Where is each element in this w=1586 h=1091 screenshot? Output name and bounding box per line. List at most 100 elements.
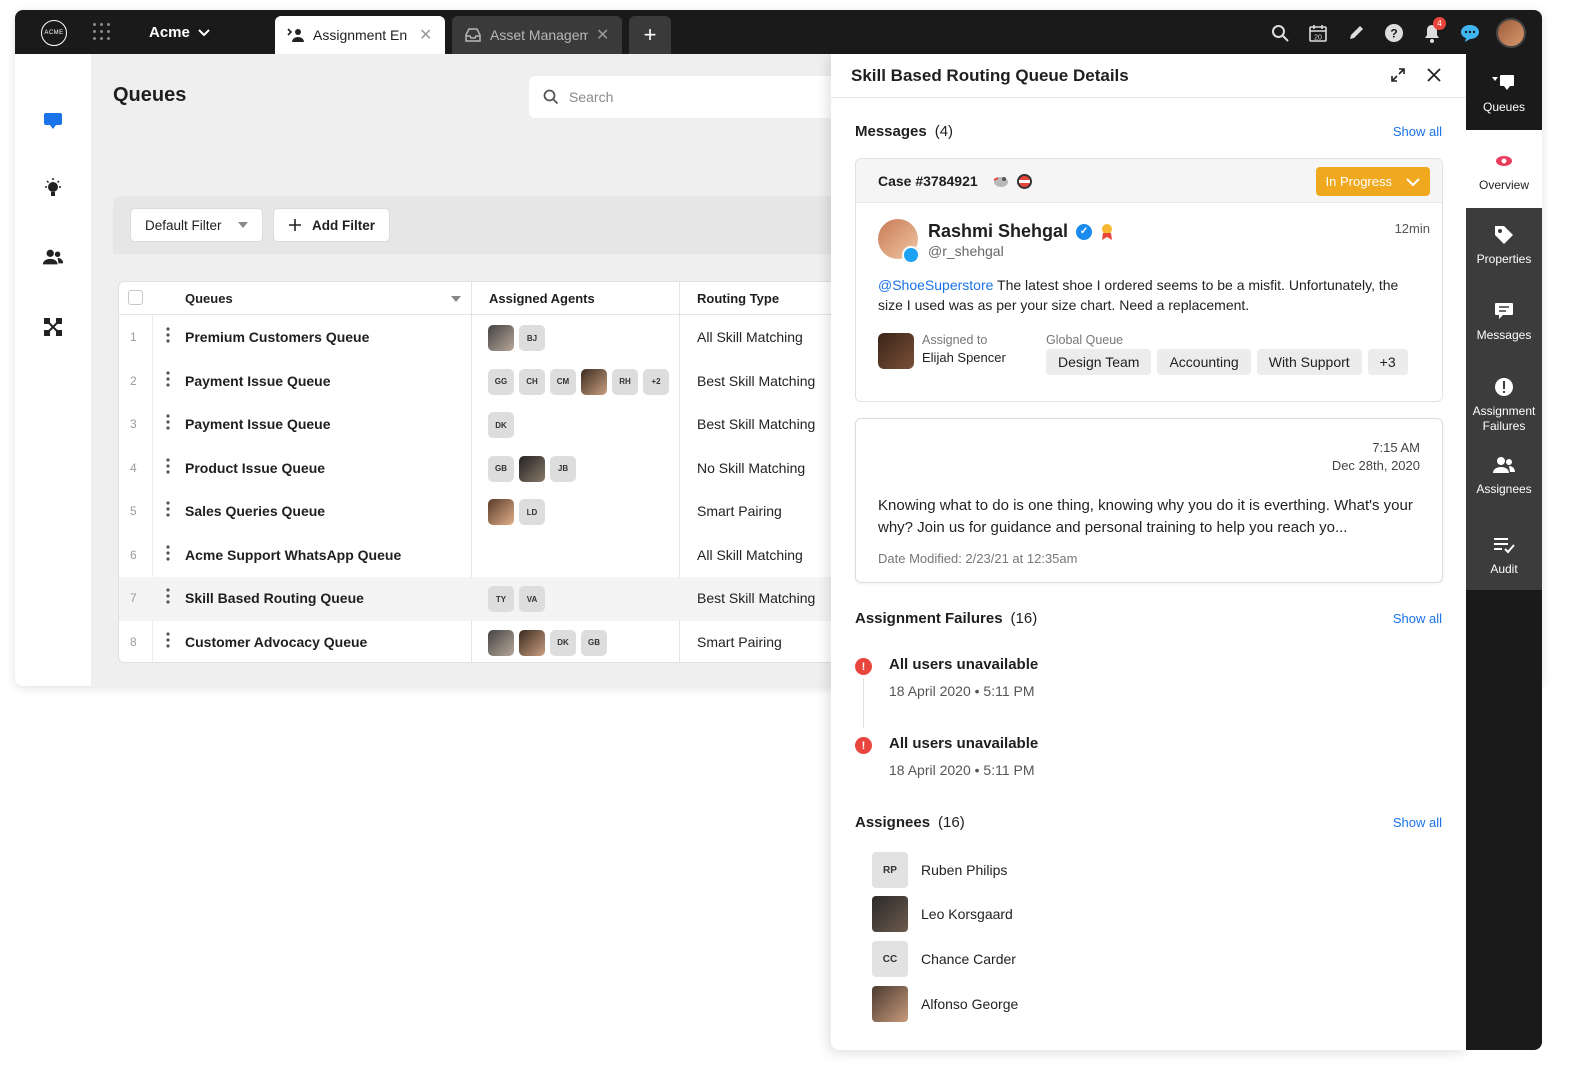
more-options-icon[interactable] xyxy=(166,327,172,343)
dock-messages[interactable]: Messages xyxy=(1466,300,1542,343)
queue-tag[interactable]: Design Team xyxy=(1046,349,1152,375)
search-icon[interactable] xyxy=(1268,19,1292,47)
agent-initials[interactable]: GB xyxy=(581,629,607,656)
agent-avatar[interactable] xyxy=(488,325,514,351)
select-all-checkbox[interactable] xyxy=(128,290,143,305)
agent-initials[interactable]: LD xyxy=(519,499,545,525)
failure-title: All users unavailable xyxy=(889,656,1039,673)
table-row[interactable]: 5 Sales Queries Queue LD Smart Pairing xyxy=(119,490,840,534)
agent-initials[interactable]: JB xyxy=(550,455,576,482)
table-row[interactable]: 7 Skill Based Routing Queue TY VA Best Skill… xyxy=(119,577,840,621)
dock-assignment-failures[interactable]: Assignment Failures xyxy=(1466,376,1542,434)
more-options-icon[interactable] xyxy=(166,457,172,474)
caret-down-icon[interactable] xyxy=(451,296,461,302)
help-icon[interactable]: ? xyxy=(1382,19,1406,47)
dock-queues[interactable]: Queues xyxy=(1466,72,1542,115)
agent-initials[interactable]: TY xyxy=(488,586,514,612)
tab-asset-management[interactable]: Asset Managem ✕ xyxy=(452,16,622,54)
agent-initials[interactable]: RH xyxy=(612,368,638,395)
agent-avatar[interactable] xyxy=(519,629,545,656)
users-icon[interactable] xyxy=(42,246,64,268)
table-row[interactable]: 8 Customer Advocacy Queue DK GB Smart Pairin… xyxy=(119,621,840,663)
close-icon[interactable]: ✕ xyxy=(419,25,432,45)
agent-initials[interactable]: DK xyxy=(550,629,576,656)
table-row[interactable]: 4 Product Issue Queue GB JB No Skill Matchin… xyxy=(119,447,840,491)
queue-name[interactable]: Product Issue Queue xyxy=(185,460,325,476)
routing-type: No Skill Matching xyxy=(697,459,806,476)
agent-initials[interactable]: VA xyxy=(519,586,545,612)
agent-avatar[interactable] xyxy=(488,629,514,656)
assignee-item[interactable]: Alfonso George xyxy=(872,986,1172,1022)
note-card[interactable]: 7:15 AM Dec 28th, 2020 Knowing what to do… xyxy=(855,418,1443,583)
status-dropdown[interactable]: In Progress xyxy=(1315,167,1430,196)
agent-initials[interactable]: GB xyxy=(488,455,514,482)
agent-initials[interactable]: +2 xyxy=(643,368,669,395)
acme-logo[interactable]: ACME xyxy=(41,20,67,46)
queue-name[interactable]: Acme Support WhatsApp Queue xyxy=(185,547,401,563)
chat-icon[interactable] xyxy=(1458,19,1482,47)
agent-avatar[interactable] xyxy=(519,455,545,482)
calendar-icon[interactable]: 20 xyxy=(1306,19,1330,47)
column-assigned-agents[interactable]: Assigned Agents xyxy=(489,291,595,306)
agent-avatar[interactable] xyxy=(581,368,607,395)
verified-icon: ✓ xyxy=(1076,223,1093,240)
queues-icon[interactable] xyxy=(42,110,64,132)
dock-assignees[interactable]: Assignees xyxy=(1466,454,1542,497)
mention-link[interactable]: @ShoeSuperstore xyxy=(878,277,993,293)
no-entry-icon xyxy=(1017,174,1032,189)
tab-assignment-engine[interactable]: Assignment En ✕ xyxy=(275,16,445,54)
more-options-icon[interactable] xyxy=(166,501,172,517)
assignees-show-all-link[interactable]: Show all xyxy=(1393,815,1442,830)
assignee-item[interactable]: Leo Korsgaard xyxy=(872,896,1172,932)
add-filter-button[interactable]: Add Filter xyxy=(273,208,390,242)
agent-initials[interactable]: BJ xyxy=(519,325,545,351)
network-icon[interactable] xyxy=(42,316,64,338)
more-options-icon[interactable] xyxy=(166,631,172,648)
failures-show-all-link[interactable]: Show all xyxy=(1393,611,1442,626)
table-row[interactable]: 6 Acme Support WhatsApp Queue All Skill Ma… xyxy=(119,534,840,578)
column-routing-type[interactable]: Routing Type xyxy=(697,291,779,306)
messages-show-all-link[interactable]: Show all xyxy=(1393,124,1442,139)
column-queues[interactable]: Queues xyxy=(185,291,233,306)
table-row[interactable]: 1 Premium Customers Queue BJ All Skill Matc… xyxy=(119,316,840,360)
app-grid-icon[interactable] xyxy=(93,23,111,41)
more-options-icon[interactable] xyxy=(166,370,172,387)
dock-audit[interactable]: Audit xyxy=(1466,534,1542,577)
agent-avatar[interactable] xyxy=(488,499,514,525)
close-icon[interactable] xyxy=(1424,65,1444,85)
search-input[interactable]: Search xyxy=(529,76,849,118)
queue-name[interactable]: Payment Issue Queue xyxy=(185,416,331,432)
agent-initials[interactable]: CH xyxy=(519,368,545,395)
expand-icon[interactable] xyxy=(1388,65,1408,85)
more-tags[interactable]: +3 xyxy=(1367,349,1408,375)
dock-properties[interactable]: Properties xyxy=(1466,224,1542,267)
queue-name[interactable]: Customer Advocacy Queue xyxy=(185,634,367,650)
assignee-item[interactable]: RP Ruben Philips xyxy=(872,852,1172,888)
queue-name[interactable]: Premium Customers Queue xyxy=(185,329,369,345)
close-icon[interactable]: ✕ xyxy=(596,25,609,45)
queue-name[interactable]: Sales Queries Queue xyxy=(185,503,325,519)
notifications-icon[interactable]: 4 xyxy=(1420,17,1446,47)
case-card[interactable]: Case #3784921 In Progress Rashmi Shehgal… xyxy=(855,158,1443,402)
queue-tag[interactable]: With Support xyxy=(1256,349,1362,375)
queue-tag[interactable]: Accounting xyxy=(1157,349,1251,375)
workspace-switcher[interactable]: Acme xyxy=(149,24,210,41)
agent-initials[interactable]: GG xyxy=(488,368,514,395)
more-options-icon[interactable] xyxy=(166,544,172,561)
queue-name[interactable]: Payment Issue Queue xyxy=(185,373,331,389)
table-row[interactable]: 2 Payment Issue Queue GG CH CM RH +2 Best Skill… xyxy=(119,360,840,404)
pencil-icon[interactable] xyxy=(1344,19,1368,47)
assignee-item[interactable]: CC Chance Carder xyxy=(872,941,1172,977)
agent-initials[interactable]: CM xyxy=(550,368,576,395)
agent-initials[interactable]: DK xyxy=(488,412,514,438)
more-options-icon[interactable] xyxy=(166,588,172,604)
table-row[interactable]: 3 Payment Issue Queue DK Best Skill Matchin… xyxy=(119,403,840,447)
dock-overview[interactable]: Overview xyxy=(1466,150,1542,193)
queue-name[interactable]: Skill Based Routing Queue xyxy=(185,590,364,606)
default-filter-dropdown[interactable]: Default Filter xyxy=(130,208,263,242)
more-options-icon[interactable] xyxy=(166,414,172,430)
add-tab-button[interactable]: + xyxy=(629,16,671,54)
user-avatar[interactable] xyxy=(1496,18,1526,48)
customer-handle: @r_shehgal xyxy=(928,243,1004,259)
lightbulb-icon[interactable] xyxy=(42,178,64,200)
